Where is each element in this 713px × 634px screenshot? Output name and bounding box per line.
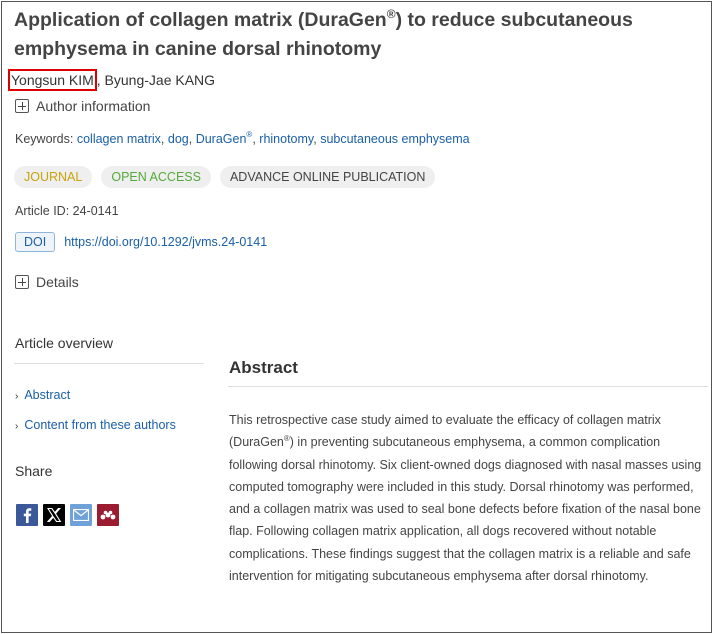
title-registered-mark: ® [386,7,396,21]
author-information-label: Author information [36,98,151,114]
author-information-toggle[interactable]: Author information [15,98,150,114]
nav-item-label: Abstract [24,388,71,402]
badge-row: JOURNAL OPEN ACCESS ADVANCE ONLINE PUBLI… [14,166,436,188]
x-icon[interactable] [43,504,65,526]
open-access-badge: OPEN ACCESS [101,166,211,188]
keyword-text: DuraGen [195,132,247,146]
nav-item-content-from-authors[interactable]: › Content from these authors [15,418,176,432]
plus-box-icon [15,275,29,289]
plus-box-icon [15,99,29,113]
doi-row: DOI https://doi.org/10.1292/jvms.24-0141 [15,232,267,252]
abstract-text: This retrospective case study aimed to e… [229,409,711,587]
nav-item-abstract[interactable]: › Abstract [15,388,70,402]
keyword-link[interactable]: collagen matrix [77,132,161,146]
author-separator: , [96,72,101,88]
author-link[interactable]: Byung-Jae KANG [105,72,216,88]
author-name: Yongsun KIM [11,72,94,88]
article-id: Article ID: 24-0141 [15,204,119,218]
article-title: Application of collagen matrix (DuraGen®… [14,6,704,64]
article-overview-heading: Article overview [15,335,114,351]
keyword-link[interactable]: rhinotomy [259,132,313,146]
title-text-1: Application of collagen matrix (DuraGen [14,9,387,31]
keyword-registered-mark: ® [246,130,253,139]
keyword-link[interactable]: DuraGen® [195,130,253,147]
details-toggle[interactable]: Details [15,274,79,290]
journal-badge: JOURNAL [14,166,93,188]
divider [228,386,708,387]
keywords: Keywords: collagen matrix, dog, DuraGen®… [15,130,470,147]
doi-link[interactable]: https://doi.org/10.1292/jvms.24-0141 [64,235,267,249]
keyword-link[interactable]: dog [168,132,189,146]
chevron-right-icon: › [15,391,19,402]
share-buttons [16,504,119,526]
chevron-right-icon: › [15,421,19,432]
details-label: Details [36,274,79,290]
keyword-link[interactable]: subcutaneous emphysema [320,132,469,146]
author-list: Yongsun KIM, Byung-Jae KANG [8,69,216,91]
mendeley-icon[interactable] [97,504,119,526]
share-heading: Share [15,463,53,479]
keywords-label: Keywords: [15,132,74,146]
abstract-heading: Abstract [229,358,298,377]
nav-item-label: Content from these authors [24,418,176,432]
facebook-icon[interactable] [16,504,38,526]
divider [14,363,204,364]
abstract-text-2: ) in preventing subcutaneous emphysema, … [229,435,702,584]
advance-publication-badge: ADVANCE ONLINE PUBLICATION [219,166,436,188]
email-icon[interactable] [70,504,92,526]
doi-badge: DOI [15,232,56,252]
author-link-highlighted[interactable]: Yongsun KIM [8,69,97,91]
